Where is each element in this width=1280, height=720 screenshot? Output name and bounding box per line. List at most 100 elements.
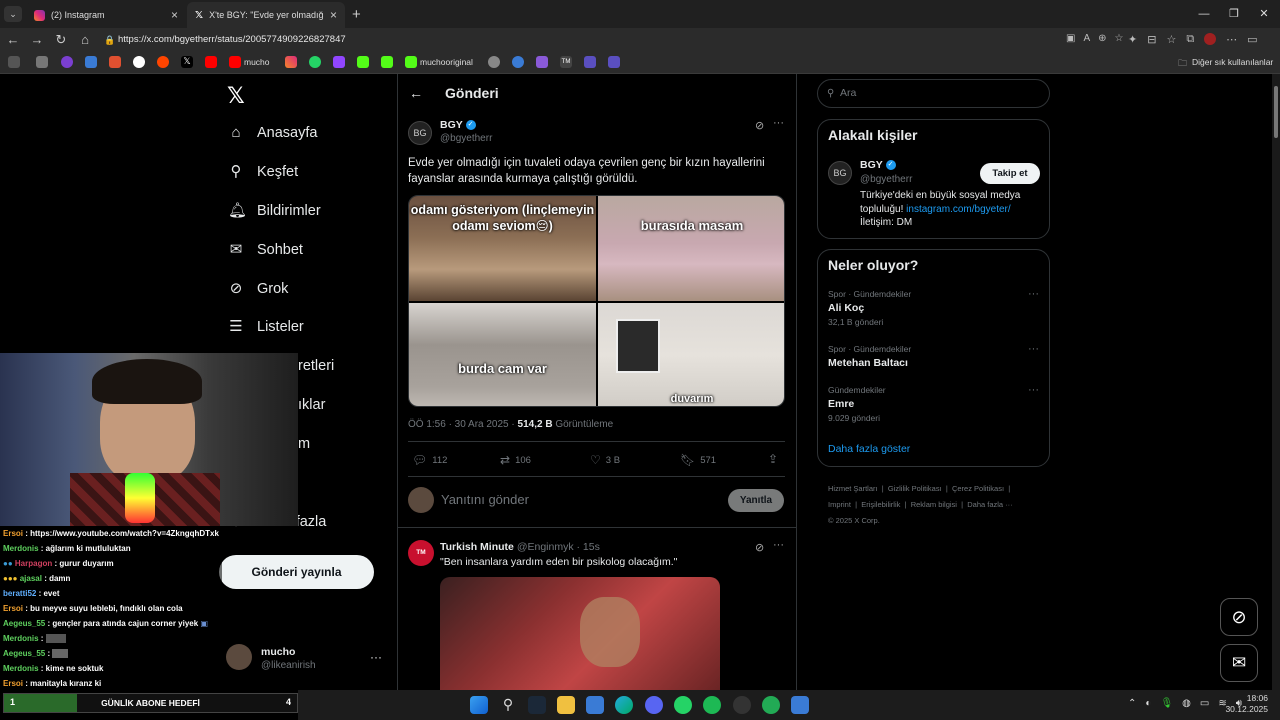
kick-icon[interactable] <box>357 56 369 68</box>
close-icon[interactable]: × <box>330 8 337 22</box>
repost-action[interactable]: ⇄ 106 <box>500 453 531 467</box>
media-image-1[interactable]: odamı gösteriyom (linçlemeyin odamı sevi… <box>409 196 596 301</box>
extensions-icon[interactable]: ✦ <box>1128 33 1137 46</box>
more-options-icon[interactable]: ··· <box>773 117 784 129</box>
youtube-icon[interactable] <box>205 56 217 68</box>
search-icon[interactable]: ⚲ <box>499 696 517 714</box>
bookmark-icon[interactable] <box>36 56 48 68</box>
reply-handle-time[interactable]: @Enginmyk · 15s <box>517 541 600 553</box>
nav-home[interactable]: ⌂ Anasayfa <box>228 122 317 144</box>
nav-notifications[interactable]: 🔔︎ Bildirimler <box>228 200 321 222</box>
footer-link[interactable]: Çerez Politikası <box>952 484 1004 493</box>
kick-icon[interactable] <box>381 56 393 68</box>
author-handle[interactable]: @bgyetherr <box>440 133 492 144</box>
tab-x-post[interactable]: 𝕏 X'te BGY: "Evde yer olmadığı için tuva… <box>187 2 345 28</box>
follow-button[interactable]: Takip et <box>980 163 1040 184</box>
file-explorer-icon[interactable] <box>557 696 575 714</box>
back-arrow-icon[interactable]: ← <box>409 85 423 101</box>
close-icon[interactable]: × <box>171 8 178 22</box>
new-tab-icon[interactable]: + <box>352 6 361 23</box>
tray-mic-icon[interactable]: 🎙︎ <box>1160 698 1173 709</box>
grok-explain-icon[interactable]: ⊘ <box>755 119 764 132</box>
refresh-icon[interactable]: ↻ <box>51 30 71 50</box>
read-aloud-icon[interactable]: A <box>1083 33 1090 44</box>
nav-premium-partial[interactable]: m <box>298 433 310 455</box>
spotify-icon[interactable] <box>703 696 721 714</box>
tm-icon[interactable]: TM <box>560 56 572 68</box>
turkish-minute-avatar[interactable]: TM <box>408 540 434 566</box>
nav-lists[interactable]: ☰ Listeler <box>228 316 303 338</box>
other-favorites[interactable]: Diğer sık kullanılanlar <box>1192 56 1273 68</box>
bookmark-icon[interactable] <box>608 56 620 68</box>
media-image-3[interactable]: burda cam var <box>409 303 596 406</box>
grok-floating-icon[interactable]: ⊘ <box>1220 598 1258 636</box>
bookmark-icon[interactable] <box>61 56 73 68</box>
split-screen-icon[interactable]: ⊟ <box>1147 33 1156 46</box>
author-name[interactable]: BGY ✓ <box>440 119 476 131</box>
reply-post-image[interactable] <box>440 577 720 690</box>
bookmark-mucho[interactable]: mucho <box>244 56 270 68</box>
store-icon[interactable] <box>586 696 604 714</box>
scrollbar-thumb[interactable] <box>1274 86 1278 138</box>
page-scrollbar[interactable] <box>1272 74 1280 690</box>
discord-icon[interactable] <box>645 696 663 714</box>
bookmark-icon[interactable] <box>8 56 20 68</box>
collections-icon[interactable]: ⧉ <box>1186 33 1194 46</box>
whatsapp-icon[interactable] <box>674 696 692 714</box>
bio-link[interactable]: instagram.com/bgyeter/ <box>906 204 1011 215</box>
account-menu-icon[interactable]: ··· <box>370 650 382 664</box>
obs-icon[interactable] <box>733 696 751 714</box>
reply-author[interactable]: Turkish Minute <box>440 541 514 553</box>
kick-icon[interactable] <box>405 56 417 68</box>
network-icon[interactable]: ▭ <box>1200 698 1209 709</box>
home-icon[interactable]: ⌂ <box>75 30 95 50</box>
nav-grok[interactable]: ⊘ Grok <box>228 278 289 300</box>
footer-link[interactable]: Hizmet Şartları <box>828 484 878 493</box>
url-field[interactable]: 🔒 https://x.com/bgyetherr/status/2005774… <box>100 31 1120 49</box>
x-icon[interactable]: 𝕏 <box>181 56 193 68</box>
messages-floating-icon[interactable]: ✉ <box>1220 644 1258 682</box>
tray-app-icon[interactable]: ◐ <box>1145 698 1151 709</box>
footer-link[interactable]: Gizlilik Politikası <box>888 484 942 493</box>
maximize-icon[interactable]: ❐ <box>1222 4 1246 24</box>
x-logo-icon[interactable]: 𝕏 <box>227 83 245 109</box>
start-icon[interactable] <box>470 696 488 714</box>
menu-icon[interactable]: ⋯ <box>1226 33 1237 46</box>
footer-link[interactable]: Erişilebilirlik <box>861 500 900 509</box>
trend-item[interactable]: Gündemdekiler Emre 9.029 gönderi ··· <box>828 384 1043 423</box>
twitch-icon[interactable] <box>333 56 345 68</box>
relevant-handle[interactable]: @bgyetherr <box>860 174 912 185</box>
trend-more-icon[interactable]: ··· <box>1028 343 1039 355</box>
show-more-link[interactable]: Daha fazla göster <box>828 443 910 455</box>
bookmark-icon[interactable] <box>512 56 524 68</box>
reddit-icon[interactable] <box>157 56 169 68</box>
search-input[interactable]: ⚲ Ara <box>817 79 1050 108</box>
like-action[interactable]: ♡ 3 B <box>590 453 620 467</box>
forward-icon[interactable]: → <box>27 30 47 50</box>
app-icon[interactable]: ▣ <box>1066 33 1075 44</box>
favorites-icon[interactable]: ☆ <box>1166 33 1176 46</box>
steam-icon[interactable] <box>528 696 546 714</box>
bookmark-action[interactable]: 🔖︎ 571 <box>680 453 716 467</box>
trend-more-icon[interactable]: ··· <box>1028 384 1039 396</box>
tray-app-icon[interactable]: ◍ <box>1182 698 1191 709</box>
relevant-name[interactable]: BGY ✓ <box>860 159 896 171</box>
footer-link[interactable]: Reklam bilgisi <box>911 500 957 509</box>
nav-chat[interactable]: ✉ Sohbet <box>228 239 303 261</box>
share-icon[interactable]: ⇪ <box>768 452 778 466</box>
tab-instagram[interactable]: (2) Instagram × <box>26 2 186 28</box>
bookmark-icon[interactable] <box>488 56 500 68</box>
gmail-icon[interactable] <box>109 56 121 68</box>
relevant-avatar[interactable]: BG <box>828 161 852 185</box>
youtube-icon[interactable] <box>229 56 241 68</box>
reply-button[interactable]: Yanıtla <box>728 489 784 512</box>
post-media-grid[interactable]: odamı gösteriyom (linçlemeyin odamı sevi… <box>408 195 785 407</box>
trend-more-icon[interactable]: ··· <box>1028 288 1039 300</box>
reply-action[interactable]: 💬︎ 112 <box>412 453 447 467</box>
media-image-4[interactable]: duvarım <box>598 303 784 406</box>
zoom-icon[interactable]: ⊕ <box>1098 33 1106 44</box>
bookmark-icon[interactable] <box>85 56 97 68</box>
footer-link[interactable]: Imprint <box>828 500 851 509</box>
trend-item[interactable]: Spor · Gündemdekiler Ali Koç 32,1 B gönd… <box>828 288 1043 327</box>
window-close-icon[interactable]: ✕ <box>1252 4 1276 24</box>
